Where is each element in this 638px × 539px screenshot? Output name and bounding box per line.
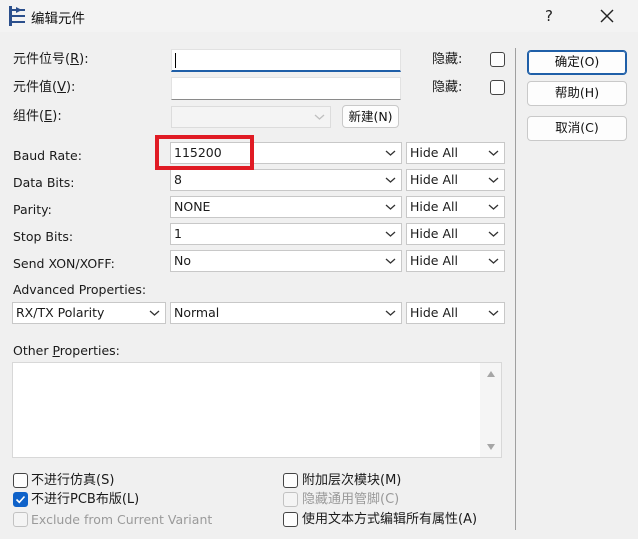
baud-rate-highlight <box>155 135 254 170</box>
value-input[interactable] <box>171 77 401 100</box>
chevron-down-icon[interactable] <box>488 257 499 265</box>
group-combo <box>171 106 331 128</box>
chevron-down-icon[interactable] <box>385 203 396 211</box>
window-title: 编辑元件 <box>31 11 85 27</box>
property-label: Baud Rate: <box>13 148 82 163</box>
advanced-visibility-combo[interactable]: Hide All <box>406 302 505 324</box>
refdes-input[interactable] <box>171 49 401 72</box>
other-properties-label: Other Properties: <box>13 343 120 358</box>
chevron-down-icon[interactable] <box>488 176 499 184</box>
help-button[interactable]: ? <box>537 5 561 27</box>
cancel-button[interactable]: 取消(C) <box>527 116 627 141</box>
group-label: 组件(E): <box>13 109 62 124</box>
edit-as-text-label: 使用文本方式编辑所有属性(A) <box>302 512 478 527</box>
hide-common-pins-label: 隐藏通用管脚(C) <box>302 492 400 507</box>
property-label: Send XON/XOFF: <box>13 256 115 271</box>
data-bits-visibility-combo[interactable]: Hide All <box>406 169 505 191</box>
xon-xoff-combo[interactable]: No <box>170 250 402 272</box>
chevron-down-icon <box>314 114 325 120</box>
exclude-simulation-checkbox[interactable] <box>13 473 28 488</box>
parity-combo[interactable]: NONE <box>170 196 402 218</box>
component-icon <box>9 6 25 26</box>
advanced-value-combo[interactable]: Normal <box>170 302 402 324</box>
chevron-down-icon[interactable] <box>488 230 499 238</box>
baud-rate-visibility-combo[interactable]: Hide All <box>406 142 505 164</box>
edit-as-text-checkbox[interactable] <box>283 512 298 527</box>
stop-bits-combo[interactable]: 1 <box>170 223 402 245</box>
chevron-down-icon[interactable] <box>385 149 396 157</box>
exclude-variant-checkbox <box>13 512 28 527</box>
vertical-separator <box>515 48 516 530</box>
new-group-button[interactable]: 新建(N) <box>342 105 399 128</box>
chevron-down-icon[interactable] <box>385 176 396 184</box>
exclude-variant-label: Exclude from Current Variant <box>31 512 213 527</box>
property-label: Parity: <box>13 202 52 217</box>
attach-hierarchy-label: 附加层次模块(M) <box>302 473 402 488</box>
chevron-down-icon[interactable] <box>488 309 499 317</box>
chevron-down-icon[interactable] <box>385 230 396 238</box>
refdes-label: 元件位号(R): <box>13 52 89 67</box>
value-label: 元件值(V): <box>13 80 76 95</box>
chevron-down-icon[interactable] <box>488 203 499 211</box>
stop-bits-visibility-combo[interactable]: Hide All <box>406 223 505 245</box>
advanced-property-combo[interactable]: RX/TX Polarity <box>12 302 166 324</box>
value-hidden-label: 隐藏: <box>432 80 463 95</box>
refdes-hidden-checkbox[interactable] <box>490 52 505 67</box>
close-icon[interactable] <box>590 3 624 29</box>
chevron-down-icon[interactable] <box>488 149 499 157</box>
chevron-down-icon[interactable] <box>385 309 396 317</box>
value-hidden-checkbox[interactable] <box>490 80 505 95</box>
xon-xoff-visibility-combo[interactable]: Hide All <box>406 250 505 272</box>
data-bits-combo[interactable]: 8 <box>170 169 402 191</box>
chevron-down-icon[interactable] <box>149 309 160 317</box>
scroll-up-icon[interactable] <box>486 370 496 378</box>
hide-common-pins-checkbox <box>283 492 298 507</box>
help-dialog-button[interactable]: 帮助(H) <box>527 81 627 106</box>
chevron-down-icon[interactable] <box>385 257 396 265</box>
property-label: Stop Bits: <box>13 229 74 244</box>
advanced-properties-label: Advanced Properties: <box>13 282 147 297</box>
checkmark-icon <box>15 495 26 504</box>
attach-hierarchy-checkbox[interactable] <box>283 473 298 488</box>
scroll-down-icon[interactable] <box>486 443 496 451</box>
exclude-pcb-checkbox[interactable] <box>13 492 28 507</box>
parity-visibility-combo[interactable]: Hide All <box>406 196 505 218</box>
ok-button[interactable]: 确定(O) <box>527 50 627 75</box>
exclude-pcb-label: 不进行PCB布版(L) <box>31 492 140 507</box>
property-label: Data Bits: <box>13 175 75 190</box>
exclude-simulation-label: 不进行仿真(S) <box>31 473 115 488</box>
refdes-hidden-label: 隐藏: <box>432 52 463 67</box>
other-properties-textarea[interactable] <box>12 362 502 458</box>
